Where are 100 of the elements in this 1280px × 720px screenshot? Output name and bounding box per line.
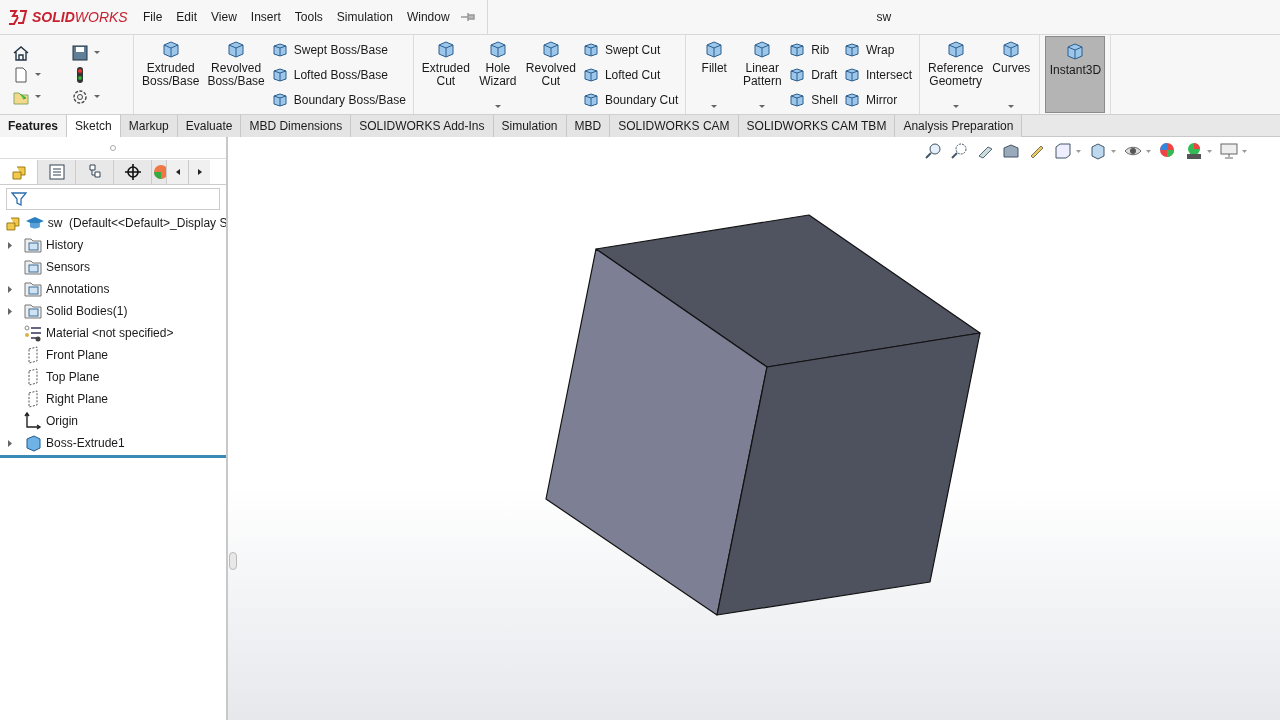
cube-icon [582,41,599,58]
menu-item[interactable]: Edit [169,8,205,26]
ribbon-tab[interactable]: Analysis Preparation [895,115,1023,137]
ribbon-button[interactable]: Lofted Boss/Base [271,62,406,87]
ribbon-tab[interactable]: MBD [566,115,611,137]
cube-icon [582,66,599,83]
caret-icon[interactable] [1207,149,1212,153]
ribbon-tab[interactable]: Simulation [493,115,567,137]
caret-icon[interactable] [1076,149,1081,153]
ribbon-tab[interactable]: MBD Dimensions [241,115,352,137]
ribbon-button[interactable]: Shell [789,87,838,112]
splitter-handle[interactable] [229,552,237,570]
tree-item[interactable]: sw (Default<<Default>_Display S [47,214,226,232]
scroll-arrow-button[interactable] [166,160,188,184]
tree-item[interactable]: Annotations [46,280,110,298]
expand-arrow-icon[interactable] [8,285,12,293]
menu-item[interactable]: Tools [287,8,330,26]
zoom-area-icon[interactable] [950,142,968,160]
left-arrow-icon [175,169,180,175]
ribbon-button[interactable]: Lofted Cut [582,62,679,87]
tree-item[interactable]: Boss-Extrude1 [46,434,125,452]
ribbon-tab[interactable]: Features [0,115,68,137]
ribbon-button[interactable]: Intersect [843,62,912,87]
tree-item[interactable]: Solid Bodies(1) [46,302,128,320]
ribbon-tab[interactable]: Sketch [67,115,121,137]
ribbon-button[interactable]: Boundary Boss/Base [271,87,406,112]
panel-tab[interactable] [114,160,152,184]
ribbon-tab[interactable]: SOLIDWORKS CAM [610,115,739,137]
ribbon-button[interactable]: Draft [789,62,838,87]
right-arrow-icon [197,169,202,175]
ribbon-button[interactable]: Revolved Boss/Base [204,35,268,114]
cube-icon [271,91,288,108]
menu-item[interactable]: Insert [243,8,288,26]
ribbon-button[interactable]: Revolved Cut [522,35,579,114]
ribbon-button[interactable]: Rib [789,37,838,62]
tree-item[interactable]: Sensors [46,258,91,276]
cube-icon [843,41,860,58]
cube-icon [843,66,860,83]
save-icon[interactable] [70,43,89,62]
filter-field[interactable] [6,188,220,210]
caret-icon[interactable] [93,51,100,54]
caret-icon[interactable] [35,73,41,76]
ribbon-button[interactable]: Instant3D [1045,36,1106,113]
ribbon-button[interactable]: Hole Wizard [474,35,521,114]
ribbon-button[interactable]: Extruded Boss/Base [139,35,203,114]
ribbon-button[interactable]: Extruded Cut [418,35,473,114]
ribbon-button[interactable]: Curves [988,35,1035,114]
cube-icon [271,66,288,83]
caret-icon[interactable] [35,95,41,98]
tree-item[interactable]: Top Plane [46,368,100,386]
ribbon-button[interactable]: Reference Geometry [925,35,987,114]
expand-arrow-icon[interactable] [8,241,12,249]
ribbon-tab[interactable]: Markup [120,115,178,137]
home-icon[interactable] [12,43,30,62]
ribbon-button[interactable]: Wrap [843,37,912,62]
folder-icon [24,302,42,320]
ribbon-tab[interactable]: SOLIDWORKS Add-Ins [351,115,494,137]
ribbon-tab[interactable]: Evaluate [177,115,242,137]
folder-icon [24,280,42,298]
folder-icon [24,258,42,276]
caret-icon [711,105,718,108]
cube-icon [582,91,599,108]
caret-icon [759,105,766,108]
ribbon-tab[interactable]: SOLIDWORKS CAM TBM [738,115,896,137]
caret-icon[interactable] [1146,149,1151,153]
app-logo: SOLIDWORKS [32,7,128,27]
tree-item[interactable]: History [46,236,84,254]
caret-icon [1008,105,1015,108]
ribbon-button[interactable]: Fillet [691,35,738,114]
ribbon-button[interactable]: Linear Pattern [739,35,786,114]
monitor-icon[interactable] [1220,142,1238,160]
zoom-to-fit-icon[interactable] [924,142,942,160]
caret-icon[interactable] [93,95,100,98]
parts-icon [9,163,28,181]
menu-item[interactable]: File [136,8,170,26]
tree-item[interactable]: Front Plane [46,346,109,364]
logo-icon [8,9,28,25]
scroll-arrow-button[interactable] [188,160,210,184]
expand-arrow-icon[interactable] [8,439,12,447]
window-title: sw [876,9,892,26]
list-icon [47,163,66,181]
filter-icon [11,191,27,207]
tree-item[interactable]: Material <not specified> [46,324,174,342]
pin-icon[interactable] [460,11,475,23]
tree-item[interactable]: Origin [46,412,78,430]
menu-item[interactable]: Simulation [329,8,400,26]
origin-icon [24,412,42,430]
cube-icon [843,91,860,108]
ribbon-button[interactable]: Swept Cut [582,37,679,62]
menu-item[interactable]: Window [399,8,457,26]
ribbon-button[interactable]: Swept Boss/Base [271,37,406,62]
caret-icon[interactable] [1242,149,1247,153]
ribbon-button[interactable]: Mirror [843,87,912,112]
material-list-icon [24,324,42,342]
menu-item[interactable]: View [204,8,244,26]
settings-icon[interactable] [70,87,89,106]
expand-arrow-icon[interactable] [8,307,12,315]
ribbon-button[interactable]: Boundary Cut [582,87,679,112]
caret-icon[interactable] [1111,149,1116,153]
tree-item[interactable]: Right Plane [46,390,109,408]
